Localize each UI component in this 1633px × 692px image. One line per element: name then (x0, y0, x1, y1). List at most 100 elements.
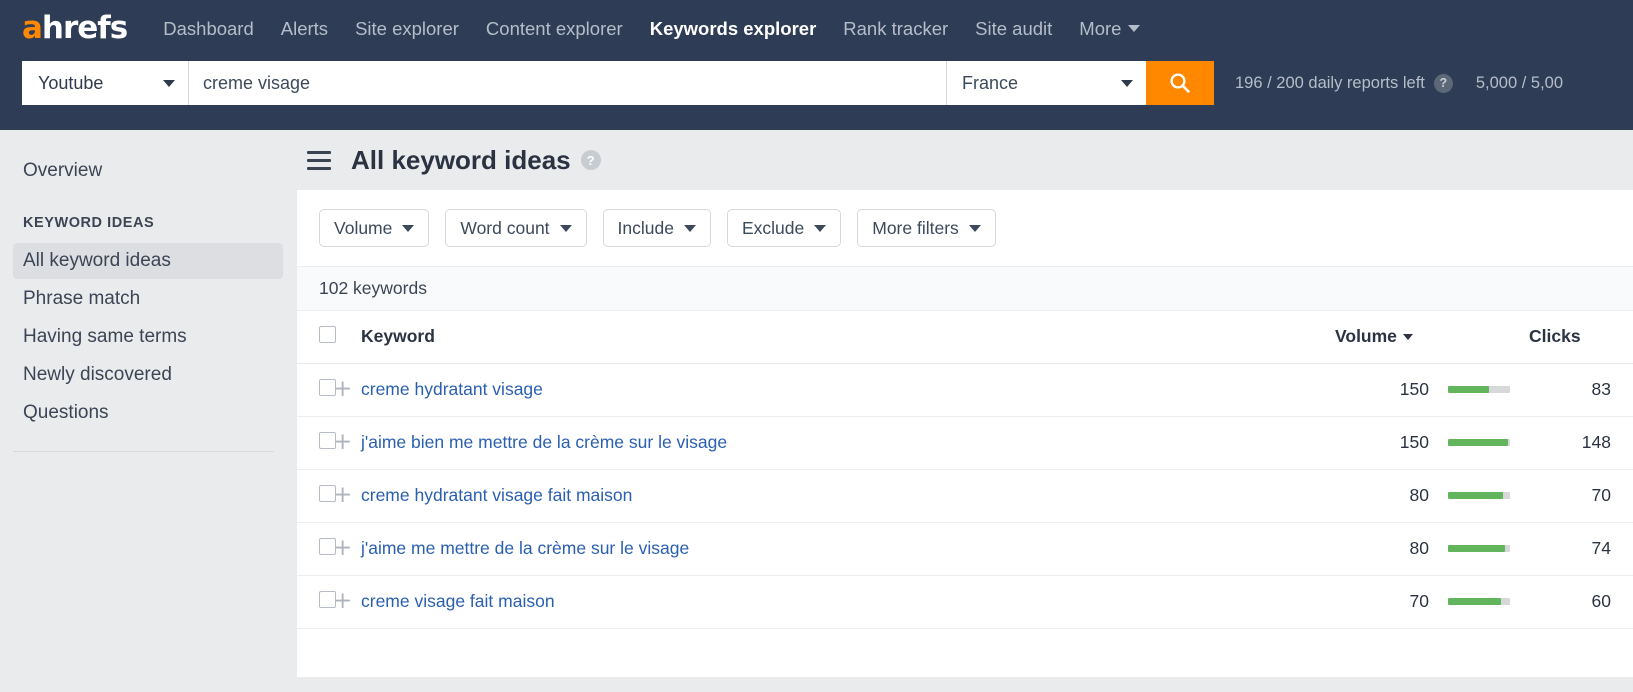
volume-value: 150 (1399, 379, 1429, 399)
row-clicks-cell: 148 (1529, 416, 1633, 470)
search-icon (1170, 73, 1190, 93)
column-header-volume-bar (1429, 311, 1529, 364)
plus-icon[interactable]: + (333, 429, 352, 455)
search-button[interactable] (1146, 61, 1214, 105)
column-header-clicks[interactable]: Clicks (1529, 311, 1633, 364)
column-header-volume[interactable]: Volume (1335, 311, 1429, 364)
clicks-value: 70 (1591, 485, 1611, 505)
rows-quota: 5,000 / 5,00 (1476, 74, 1563, 93)
main-content: All keyword ideas ? Volume Word count In… (297, 130, 1633, 692)
page-body: Overview KEYWORD IDEAS All keyword ideas… (0, 130, 1633, 692)
page-title: All keyword ideas (351, 144, 571, 175)
volume-value: 80 (1409, 538, 1429, 558)
nav-row: ahrefs Dashboard Alerts Site explorer Co… (0, 0, 1633, 57)
main-header: All keyword ideas ? (297, 130, 1633, 190)
plus-icon[interactable]: + (333, 535, 352, 561)
daily-reports-quota: 196 / 200 daily reports left ? (1235, 73, 1453, 93)
sidebar-item-questions[interactable]: Questions (13, 395, 283, 431)
row-select-cell (297, 522, 336, 576)
nav-item-dashboard[interactable]: Dashboard (163, 18, 254, 40)
volume-bar-fill (1448, 598, 1501, 605)
table-row[interactable]: + creme hydratant visage 150 83 (297, 363, 1633, 417)
keyword-link[interactable]: j'aime bien me mettre de la crème sur le… (361, 432, 727, 452)
ahrefs-logo[interactable]: ahrefs (22, 10, 128, 46)
table-row[interactable]: + creme visage fait maison 70 60 (297, 575, 1633, 629)
table-row[interactable]: + j'aime me mettre de la crème sur le vi… (297, 522, 1633, 576)
nav-item-site-audit[interactable]: Site audit (975, 18, 1052, 40)
keyword-link[interactable]: creme visage fait maison (361, 591, 555, 611)
row-expand-cell: + (333, 469, 361, 523)
filter-include-label: Include (617, 217, 674, 238)
keyword-link[interactable]: creme hydratant visage fait maison (361, 485, 632, 505)
table-head: Keyword Volume Clicks (297, 311, 1633, 364)
sidebar-item-phrase-match[interactable]: Phrase match (13, 281, 283, 317)
keyword-input[interactable]: creme visage (189, 61, 947, 105)
keyword-ideas-table: Keyword Volume Clicks + creme hydratant … (297, 311, 1633, 629)
nav-item-content-explorer[interactable]: Content explorer (486, 18, 623, 40)
sidebar-item-newly-discovered[interactable]: Newly discovered (13, 357, 283, 393)
row-volume-cell: 150 (1335, 363, 1429, 417)
chevron-down-icon (968, 224, 981, 232)
hamburger-line (307, 166, 331, 170)
row-keyword-cell: creme hydratant visage (361, 363, 1335, 417)
clicks-value: 74 (1591, 538, 1611, 558)
select-all-checkbox[interactable] (319, 325, 336, 343)
nav-item-keywords-explorer[interactable]: Keywords explorer (650, 18, 817, 40)
table-body: + creme hydratant visage 150 83 + j'aime… (297, 363, 1633, 629)
nav-item-rank-tracker[interactable]: Rank tracker (843, 18, 948, 40)
row-expand-cell: + (333, 363, 361, 417)
plus-icon[interactable]: + (333, 376, 352, 402)
logo-text: hrefs (41, 10, 128, 46)
filter-include-button[interactable]: Include (602, 209, 711, 247)
row-volume-cell: 80 (1335, 469, 1429, 523)
volume-sort-wrapper: Volume (1335, 326, 1413, 347)
nav-item-site-explorer[interactable]: Site explorer (355, 18, 459, 40)
volume-bar-track (1448, 545, 1510, 552)
keyword-link[interactable]: creme hydratant visage (361, 379, 543, 399)
row-keyword-cell: j'aime me mettre de la crème sur le visa… (361, 522, 1335, 576)
plus-icon[interactable]: + (333, 482, 352, 508)
keyword-link[interactable]: j'aime me mettre de la crème sur le visa… (361, 538, 689, 558)
filter-word-count-button[interactable]: Word count (445, 209, 587, 247)
row-volume-bar-cell (1429, 363, 1529, 417)
filter-exclude-label: Exclude (741, 217, 805, 238)
table-header-row: Keyword Volume Clicks (297, 311, 1633, 364)
chevron-down-icon (683, 224, 696, 232)
chevron-down-icon (1121, 79, 1133, 87)
question-mark-icon[interactable]: ? (580, 150, 601, 170)
sidebar-item-overview[interactable]: Overview (0, 160, 297, 182)
row-volume-cell: 70 (1335, 575, 1429, 629)
volume-value: 70 (1409, 591, 1429, 611)
keyword-ideas-card: Volume Word count Include Exclude More f… (297, 190, 1633, 677)
row-select-cell (297, 416, 336, 470)
result-count: 102 keywords (319, 278, 427, 298)
volume-bar-fill (1448, 492, 1503, 499)
chevron-down-icon (559, 224, 572, 232)
row-volume-bar-cell (1429, 575, 1529, 629)
table-row[interactable]: + j'aime bien me mettre de la crème sur … (297, 416, 1633, 470)
volume-value: 80 (1409, 485, 1429, 505)
volume-bar-track (1448, 492, 1510, 499)
plus-icon[interactable]: + (333, 588, 352, 614)
search-engine-select[interactable]: Youtube (22, 61, 189, 105)
table-row[interactable]: + creme hydratant visage fait maison 80 … (297, 469, 1633, 523)
hamburger-icon[interactable] (307, 150, 331, 170)
search-engine-value: Youtube (38, 72, 104, 93)
sidebar-item-all-keyword-ideas[interactable]: All keyword ideas (13, 243, 283, 279)
nav-item-alerts[interactable]: Alerts (281, 18, 328, 40)
column-header-keyword[interactable]: Keyword (361, 311, 1335, 364)
expand-header (333, 311, 361, 364)
clicks-value: 83 (1591, 379, 1611, 399)
sidebar-item-having-same-terms[interactable]: Having same terms (13, 319, 283, 355)
country-select[interactable]: France (947, 61, 1146, 105)
filter-more-filters-button[interactable]: More filters (857, 209, 996, 247)
hamburger-line (307, 158, 331, 162)
volume-bar-fill (1448, 439, 1509, 446)
filter-volume-button[interactable]: Volume (319, 209, 430, 247)
nav-item-more[interactable]: More (1079, 18, 1141, 40)
filter-exclude-button[interactable]: Exclude (726, 209, 842, 247)
chevron-down-icon (163, 79, 175, 87)
search-row: Youtube creme visage France 196 / 200 da… (0, 57, 1633, 109)
sort-descending-icon (1402, 333, 1413, 340)
question-mark-icon[interactable]: ? (1433, 73, 1453, 93)
